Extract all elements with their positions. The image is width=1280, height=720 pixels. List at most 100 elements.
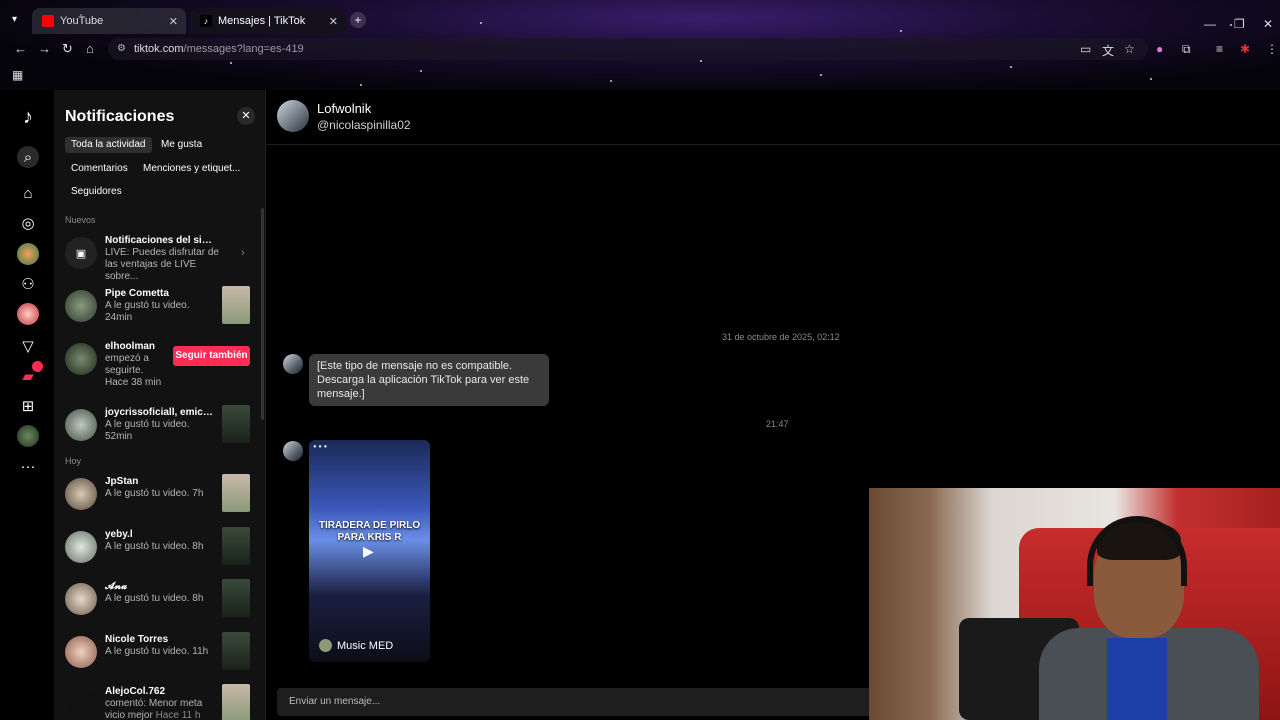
chat-username[interactable]: @nicolaspinilla02 <box>317 118 411 132</box>
filter-followers[interactable]: Seguidores <box>65 184 128 200</box>
forward-icon[interactable]: → <box>38 41 51 56</box>
new-tab-icon[interactable]: + <box>350 12 366 28</box>
avatar <box>65 290 97 322</box>
item-text: A le gustó tu video. 24min <box>105 300 190 323</box>
item-name: Notificaciones del sistema <box>105 235 215 246</box>
list-item[interactable]: yeby.l A le gustó tu video. 8h <box>65 527 255 571</box>
tab-title: YouTube <box>60 15 104 27</box>
shared-video-card[interactable]: ● ● ● TIRADERA DE PIRLO PARA KRIS R ▶ Mu… <box>309 440 430 662</box>
extensions-puzzle-icon[interactable]: ⧉ <box>1182 42 1191 57</box>
tab-search-icon[interactable]: ▾ <box>12 14 17 25</box>
restore-icon[interactable]: ❐ <box>1234 17 1245 31</box>
media-control-icon[interactable]: ≡ <box>1216 42 1223 56</box>
tiktok-logo-icon[interactable]: ♪ <box>17 106 39 128</box>
message-badge: 1 <box>32 361 43 372</box>
address-bar-row: ← → ↻ ⌂ ⚙ tiktok.com/messages?lang=es-41… <box>0 36 1280 62</box>
video-music: Music MED <box>319 639 393 652</box>
live-avatar-icon[interactable] <box>17 243 39 265</box>
item-text: empezó a seguirte. Hace 38 min <box>105 353 162 388</box>
avatar[interactable] <box>283 441 303 461</box>
avatar[interactable] <box>277 100 309 132</box>
chat-display-name[interactable]: Lofwolnik <box>317 101 371 116</box>
item-text: A le gustó tu video. 8h <box>105 541 204 552</box>
item-name: Pipe Cometta <box>105 288 169 299</box>
item-name: 𝓐𝓷𝓪 <box>105 581 128 592</box>
item-text: LIVE: Puedes disfrutar de las ventajas d… <box>105 247 219 282</box>
system-inbox-icon: ▣ <box>65 237 97 269</box>
video-thumbnail[interactable] <box>222 405 250 443</box>
close-tab-icon[interactable]: ✕ <box>329 15 338 28</box>
filter-comments[interactable]: Comentarios <box>65 161 134 177</box>
home-icon[interactable]: ⌂ <box>17 182 39 204</box>
video-thumbnail[interactable] <box>222 684 250 720</box>
filter-likes[interactable]: Me gusta <box>155 137 208 153</box>
item-text: comentó: Menor meta vicio mejor Hace 11 … <box>105 698 203 720</box>
menu-icon[interactable]: ⋮ <box>1266 42 1278 56</box>
extension-icon[interactable]: ● <box>1156 42 1163 56</box>
section-new: Nuevos <box>65 215 96 225</box>
filter-mentions[interactable]: Menciones y etiquet... <box>137 161 246 177</box>
following-icon[interactable]: ⚇ <box>17 273 39 295</box>
more-icon[interactable]: ··· <box>17 455 39 477</box>
minimize-icon[interactable]: — <box>1204 17 1216 31</box>
tab-youtube[interactable]: YouTube ✕ <box>32 8 186 34</box>
video-thumbnail[interactable] <box>222 527 250 565</box>
message-timestamp: 21:47 <box>766 419 789 429</box>
list-item[interactable]: AlejoCol.762 comentó: Menor meta vicio m… <box>65 684 255 720</box>
list-item[interactable]: JpStan A le gustó tu video. 7h <box>65 474 255 518</box>
bookmark-star-icon[interactable]: ☆ <box>1124 42 1135 56</box>
list-item[interactable]: Nicole Torres A le gustó tu video. 11h <box>65 632 255 676</box>
tab-tiktok[interactable]: ♪ Mensajes | TikTok ✕ <box>190 8 346 34</box>
play-icon[interactable]: ▶ <box>363 543 374 560</box>
profile-icon[interactable]: ✱ <box>1240 42 1250 56</box>
back-icon[interactable]: ← <box>14 41 27 56</box>
video-thumbnail[interactable] <box>222 474 250 512</box>
avatar <box>65 583 97 615</box>
message-bubble: [Este tipo de mensaje no es compatible. … <box>309 354 549 406</box>
webcam-overlay <box>869 488 1280 720</box>
list-item[interactable]: 𝓐𝓷𝓪 A le gustó tu video. 8h <box>65 579 255 623</box>
filter-all[interactable]: Toda la actividad <box>65 137 152 153</box>
item-name: JpStan <box>105 476 139 487</box>
video-thumbnail[interactable] <box>222 632 250 670</box>
video-overlay-text: ● ● ● <box>313 444 328 450</box>
reload-icon[interactable]: ↻ <box>62 41 73 57</box>
close-window-icon[interactable]: ✕ <box>1263 17 1273 31</box>
list-item[interactable]: Pipe Cometta A le gustó tu video. 24min <box>65 286 255 330</box>
upload-icon[interactable]: ⊞ <box>17 395 39 417</box>
friends-avatar-icon[interactable] <box>17 303 39 325</box>
home-icon[interactable]: ⌂ <box>86 41 94 56</box>
messages-icon[interactable]: ▰ 1 <box>17 361 43 387</box>
scrollbar[interactable] <box>261 208 264 420</box>
activity-icon[interactable]: ▽ <box>17 335 39 357</box>
close-icon[interactable]: ✕ <box>237 107 255 125</box>
profile-avatar-icon[interactable] <box>17 425 39 447</box>
item-text: A le gustó tu video. 52min <box>105 419 190 442</box>
item-text: A le gustó tu video. 7h <box>105 488 204 499</box>
cast-icon[interactable]: ▭ <box>1080 42 1091 56</box>
item-name: yeby.l <box>105 529 133 540</box>
apps-grid-icon[interactable]: ▦ <box>12 68 23 82</box>
video-thumbnail[interactable] <box>222 286 250 324</box>
avatar <box>65 531 97 563</box>
search-icon[interactable]: ⌕ <box>17 146 39 168</box>
address-bar[interactable]: ⚙ tiktok.com/messages?lang=es-419 <box>108 38 1148 60</box>
explore-icon[interactable]: ◎ <box>17 212 39 234</box>
video-thumbnail[interactable] <box>222 579 250 617</box>
avatar <box>65 478 97 510</box>
tab-title: Mensajes | TikTok <box>218 15 306 27</box>
video-caption: TIRADERA DE PIRLO PARA KRIS R <box>318 520 421 543</box>
list-item[interactable]: ▣ Notificaciones del sistema LIVE: Puede… <box>65 233 255 282</box>
section-today: Hoy <box>65 456 82 466</box>
item-text: A le gustó tu video. 8h <box>105 593 204 604</box>
item-name: Nicole Torres <box>105 634 169 645</box>
follow-back-button[interactable]: Seguir también <box>173 346 250 366</box>
close-tab-icon[interactable]: ✕ <box>169 15 178 28</box>
item-name: joycrissoficiall, emicast... <box>105 407 215 418</box>
panel-title: Notificaciones <box>65 108 175 125</box>
avatar[interactable] <box>283 354 303 374</box>
translate-icon[interactable]: 文 <box>1102 42 1114 59</box>
list-item[interactable]: joycrissoficiall, emicast... A le gustó … <box>65 405 255 449</box>
url-text: tiktok.com/messages?lang=es-419 <box>134 43 304 55</box>
site-info-icon[interactable]: ⚙ <box>117 43 126 54</box>
